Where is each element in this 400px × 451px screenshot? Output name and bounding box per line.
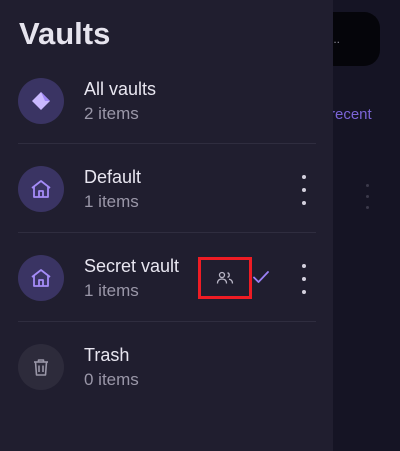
background-kebab-icon[interactable]	[366, 184, 370, 217]
vault-item-all-vaults[interactable]: All vaults 2 items	[0, 57, 333, 145]
vault-name: Default	[84, 167, 142, 187]
background-sort-label[interactable]: recent	[330, 106, 372, 123]
divider	[18, 143, 316, 144]
divider	[18, 232, 316, 233]
vault-item-count: 2 items	[84, 104, 139, 123]
vault-item-count: 1 items	[84, 281, 139, 300]
vault-item-default[interactable]: Default 1 items	[0, 145, 333, 233]
vault-options-icon[interactable]	[296, 264, 312, 294]
vault-item-count: 1 items	[84, 192, 139, 211]
vault-item-count: 0 items	[84, 370, 139, 389]
shared-vault-highlight[interactable]	[198, 257, 252, 299]
vault-name: Secret vault	[84, 256, 180, 276]
drawer-title: Vaults	[19, 16, 111, 51]
vault-avatar	[18, 78, 64, 124]
vault-avatar	[18, 344, 64, 390]
vault-avatar	[18, 166, 64, 212]
vault-avatar	[18, 255, 64, 301]
divider	[18, 321, 316, 322]
vault-name: Trash	[84, 345, 130, 365]
vault-options-icon[interactable]	[296, 175, 312, 205]
people-icon	[216, 271, 234, 284]
check-icon	[253, 271, 269, 283]
vault-item-secret-vault[interactable]: Secret vault 1 items	[0, 234, 333, 322]
vaults-drawer: Vaults All vaults 2 items Default 1 item…	[0, 0, 333, 451]
trash-icon	[34, 359, 48, 376]
vault-item-trash[interactable]: Trash 0 items	[0, 323, 333, 411]
vault-name: All vaults	[84, 79, 157, 99]
home-icon	[31, 269, 51, 287]
diamond-icon	[32, 92, 50, 110]
home-icon	[31, 180, 51, 198]
